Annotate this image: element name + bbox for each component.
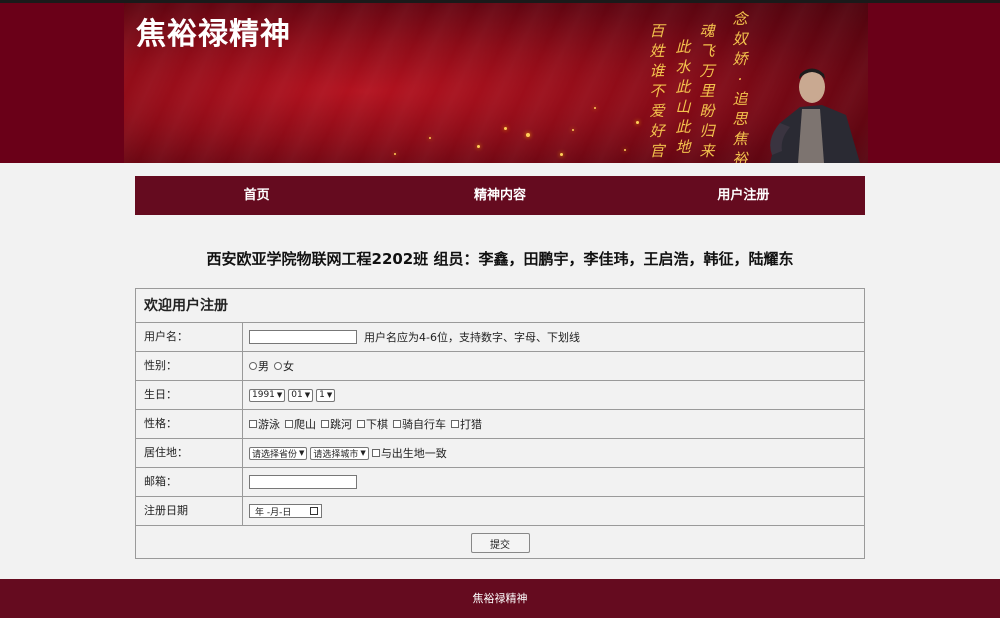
- regdate-label: 注册日期: [136, 497, 243, 525]
- form-title: 欢迎用户注册: [136, 289, 864, 323]
- spark: [429, 137, 431, 139]
- username-label: 用户名：: [136, 323, 243, 351]
- birth-month-select[interactable]: 01 ▼: [288, 388, 314, 402]
- chevron-down-icon: ▼: [276, 391, 283, 399]
- hobby-label-text: 打猎: [460, 418, 482, 431]
- gender-label: 性别：: [136, 352, 243, 380]
- spark: [560, 153, 563, 156]
- hobby-option[interactable]: 跳河: [321, 416, 352, 432]
- regdate-input[interactable]: 年 -月-日: [249, 504, 322, 518]
- poem-column-1: 念奴娇·追思焦裕禄: [732, 10, 748, 163]
- gender-male-label: 男: [258, 360, 269, 373]
- province-select[interactable]: 请选择省份 ▼: [249, 446, 308, 460]
- spark: [624, 149, 626, 151]
- main-nav: 首页 精神内容 用户注册: [135, 176, 865, 215]
- birth-year-select[interactable]: 1991 ▼: [249, 388, 286, 402]
- spark: [636, 121, 639, 124]
- city-select[interactable]: 请选择城市 ▼: [310, 446, 369, 460]
- nav-spirit-content[interactable]: 精神内容: [378, 176, 621, 215]
- checkbox-icon[interactable]: [357, 420, 365, 428]
- birthday-row: 生日： 1991 ▼ 01 ▼ 1 ▼: [136, 381, 864, 410]
- registration-form: 欢迎用户注册 用户名： 用户名应为4-6位，支持数字、字母、下划线 性别： 男 …: [135, 288, 865, 559]
- footer: 焦裕禄精神: [0, 579, 1000, 618]
- hobby-option[interactable]: 骑自行车: [393, 416, 446, 432]
- birth-day-value: 1: [319, 390, 325, 400]
- checkbox-icon[interactable]: [321, 420, 329, 428]
- hobby-label: 性格：: [136, 410, 243, 438]
- calendar-icon[interactable]: [310, 507, 318, 515]
- checkbox-icon[interactable]: [285, 420, 293, 428]
- checkbox-icon[interactable]: [451, 420, 459, 428]
- checkbox-icon[interactable]: [393, 420, 401, 428]
- submit-row: 提交: [136, 526, 864, 560]
- hobby-option[interactable]: 爬山: [285, 416, 316, 432]
- chevron-down-icon: ▼: [360, 449, 366, 457]
- hobby-option[interactable]: 打猎: [451, 416, 482, 432]
- chevron-down-icon: ▼: [299, 449, 305, 457]
- checkbox-icon[interactable]: [249, 420, 257, 428]
- spark: [394, 153, 396, 155]
- hobby-label-text: 下棋: [366, 418, 388, 431]
- hobby-label-text: 游泳: [258, 418, 280, 431]
- hobby-label-text: 爬山: [294, 418, 316, 431]
- gender-female-option[interactable]: 女: [274, 358, 294, 374]
- birth-year-value: 1991: [252, 390, 275, 400]
- gender-female-label: 女: [283, 360, 294, 373]
- submit-button[interactable]: 提交: [470, 533, 530, 553]
- hobby-row: 性格： 游泳 爬山 跳河 下棋 骑自行车 打猎: [136, 410, 864, 439]
- hobby-option[interactable]: 下棋: [357, 416, 388, 432]
- hobby-label-text: 跳河: [330, 418, 352, 431]
- residence-label: 居住地：: [136, 439, 243, 467]
- regdate-row: 注册日期 年 -月-日: [136, 497, 864, 526]
- email-row: 邮箱：: [136, 468, 864, 497]
- hobby-label-text: 骑自行车: [402, 418, 446, 431]
- radio-icon[interactable]: [274, 362, 282, 370]
- banner-image: 焦裕禄精神 念奴娇·追思焦裕禄 魂飞万里盼归来 此水此山此地 百姓谁不爱好官: [124, 3, 868, 163]
- spark: [594, 107, 596, 109]
- same-as-birthplace-label: 与出生地一致: [380, 447, 447, 460]
- username-input[interactable]: [249, 330, 357, 344]
- chevron-down-icon: ▼: [326, 391, 333, 399]
- checkbox-icon[interactable]: [371, 449, 380, 457]
- regdate-placeholder: 年 -月-日: [255, 507, 292, 518]
- nav-register[interactable]: 用户注册: [622, 176, 865, 215]
- hobby-option[interactable]: 游泳: [249, 416, 280, 432]
- residence-row: 居住地： 请选择省份 ▼ 请选择城市 ▼ 与出生地一致: [136, 439, 864, 468]
- spark: [504, 127, 507, 130]
- chevron-down-icon: ▼: [304, 391, 311, 399]
- poem-column-3: 此水此山此地: [675, 38, 691, 156]
- nav-home[interactable]: 首页: [135, 176, 378, 215]
- birth-month-value: 01: [291, 390, 303, 400]
- gender-row: 性别： 男 女: [136, 352, 864, 381]
- spark: [477, 145, 480, 148]
- username-hint: 用户名应为4-6位，支持数字、字母、下划线: [364, 331, 580, 344]
- spark: [526, 133, 530, 137]
- email-input[interactable]: [249, 475, 357, 489]
- province-select-value: 请选择省份: [252, 449, 298, 460]
- poem-column-4: 百姓谁不爱好官: [649, 22, 665, 160]
- birth-day-select[interactable]: 1 ▼: [316, 388, 336, 402]
- team-members-heading: 西安欧亚学院物联网工程2202班 组员：李鑫，田鹏宇，李佳玮，王启浩，韩征，陆耀…: [206, 250, 794, 268]
- email-label: 邮箱：: [136, 468, 243, 496]
- gender-male-option[interactable]: 男: [249, 358, 269, 374]
- radio-icon[interactable]: [249, 362, 257, 370]
- birthday-label: 生日：: [136, 381, 243, 409]
- portrait-figure: [770, 68, 860, 163]
- username-row: 用户名： 用户名应为4-6位，支持数字、字母、下划线: [136, 323, 864, 352]
- city-select-value: 请选择城市: [313, 449, 359, 460]
- spark: [572, 129, 574, 131]
- poem-column-2: 魂飞万里盼归来: [699, 22, 715, 160]
- banner-title: 焦裕禄精神: [136, 17, 291, 52]
- same-as-birthplace-option[interactable]: 与出生地一致: [371, 445, 447, 461]
